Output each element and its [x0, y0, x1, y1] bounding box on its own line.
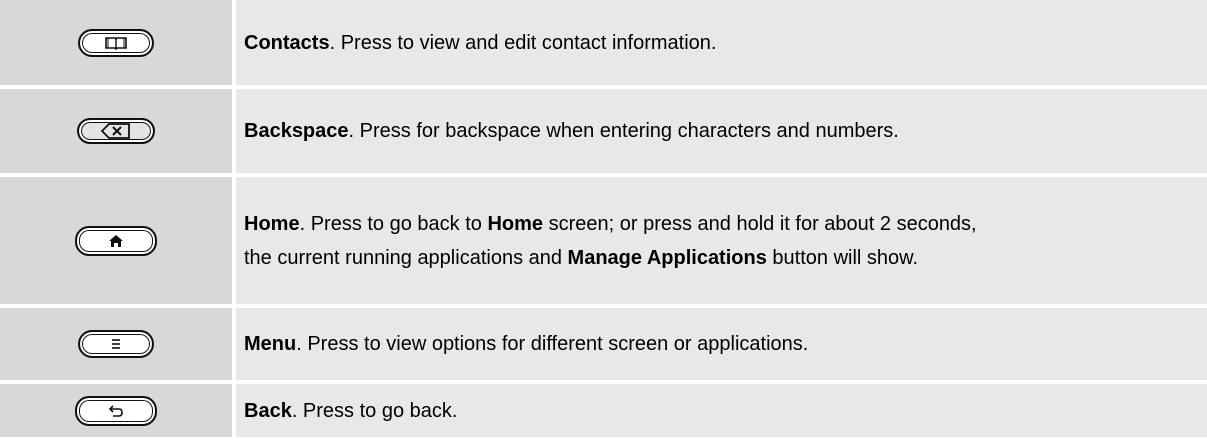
backspace-key	[77, 118, 155, 144]
key-title: Contacts	[244, 31, 330, 54]
home-key	[75, 225, 157, 256]
table-row: Contacts. Press to view and edit contact…	[0, 0, 1207, 89]
key-description: . Press for backspace when entering char…	[348, 120, 899, 142]
key-description: button will show.	[766, 246, 919, 269]
menu-key	[78, 330, 154, 358]
key-description: screen; or press and hold it for about 2…	[543, 212, 977, 235]
table-row: Menu. Press to view options for differen…	[0, 306, 1207, 384]
back-key	[75, 395, 157, 426]
description-cell: Menu. Press to view options for differen…	[234, 306, 1207, 384]
description-line-2: the current running applications and Man…	[244, 241, 1207, 275]
contacts-book-icon	[105, 36, 127, 50]
keys-table: Contacts. Press to view and edit contact…	[0, 0, 1207, 437]
key-title: Home	[244, 212, 300, 235]
icon-cell	[0, 382, 236, 437]
backspace-icon	[101, 123, 130, 139]
icon-cell	[0, 306, 236, 384]
key-description: . Press to go back.	[291, 399, 458, 422]
description-line-1: Home. Press to go back to Home screen; o…	[244, 207, 1207, 241]
key-title: Menu	[244, 333, 297, 355]
key-description: the current running applications and	[244, 246, 568, 269]
home-icon	[109, 234, 123, 247]
key-description: . Press to view and edit contact informa…	[329, 31, 717, 54]
back-arrow-icon	[108, 404, 123, 417]
key-title: Backspace	[244, 120, 349, 142]
table-row: Back. Press to go back.	[0, 382, 1207, 437]
description-cell: Contacts. Press to view and edit contact…	[234, 0, 1207, 89]
menu-icon	[112, 339, 120, 349]
key-description: . Press to go back to	[299, 212, 488, 235]
icon-cell	[0, 87, 236, 177]
contacts-key	[78, 28, 154, 57]
icon-cell	[0, 0, 236, 89]
table-row: Backspace. Press for backspace when ente…	[0, 87, 1207, 177]
key-title: Back	[244, 399, 292, 422]
description-cell: Back. Press to go back.	[234, 382, 1207, 437]
home-screen-term: Home	[487, 212, 544, 235]
description-cell: Backspace. Press for backspace when ente…	[234, 87, 1207, 177]
key-description: . Press to view options for different sc…	[296, 333, 809, 355]
manage-applications-term: Manage Applications	[567, 246, 767, 269]
description-cell: Home. Press to go back to Home screen; o…	[234, 175, 1207, 308]
icon-cell	[0, 175, 236, 308]
table-row: Home. Press to go back to Home screen; o…	[0, 175, 1207, 308]
